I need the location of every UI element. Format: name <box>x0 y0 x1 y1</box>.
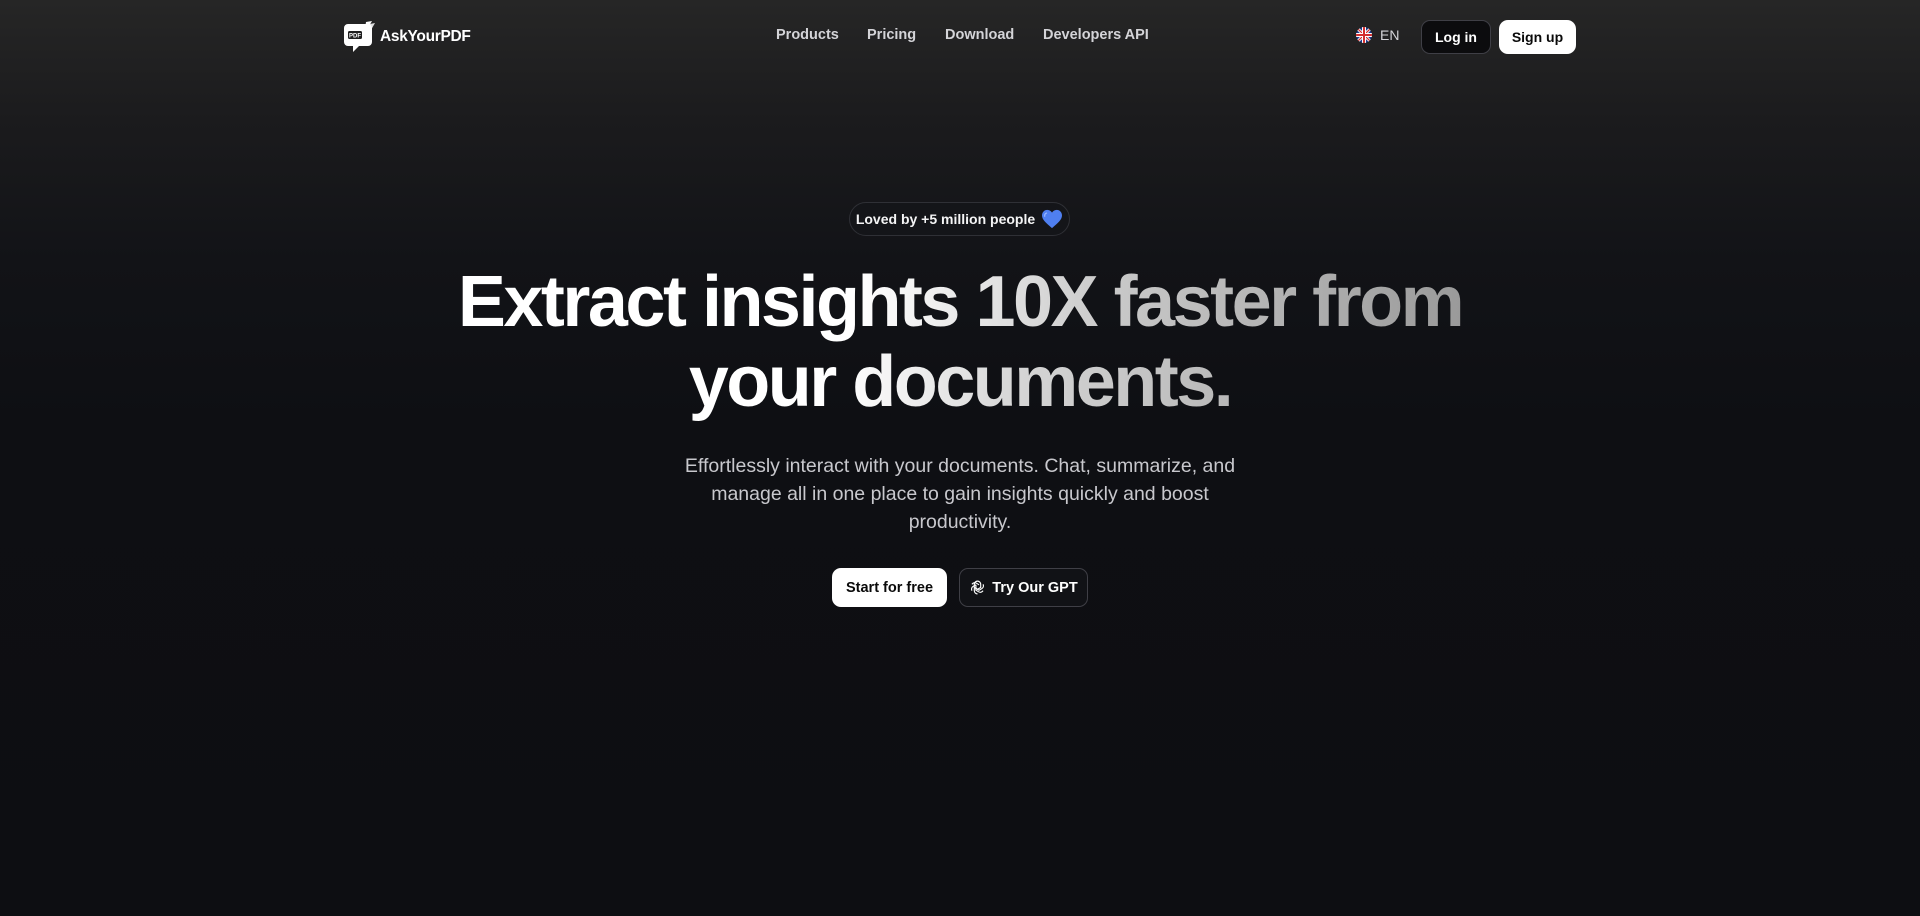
hero-subtitle: Effortlessly interact with your document… <box>684 455 1236 533</box>
site-header: PDF AskYourPDF Products Pricing Download… <box>0 0 1920 74</box>
signup-button[interactable]: Sign up <box>1499 20 1576 54</box>
try-gpt-label: Try Our GPT <box>992 579 1078 596</box>
social-proof-badge: Loved by +5 million people <box>849 202 1070 236</box>
language-selector[interactable]: EN <box>1356 27 1399 43</box>
openai-icon <box>971 580 985 595</box>
nav-item-developers-api[interactable]: Developers API <box>1043 27 1149 43</box>
start-for-free-button[interactable]: Start for free <box>832 568 947 607</box>
svg-text:PDF: PDF <box>349 33 361 39</box>
login-button[interactable]: Log in <box>1421 20 1491 54</box>
pdf-logo-icon: PDF <box>344 21 375 52</box>
hero-headline: Extract insights 10X faster from your do… <box>0 262 1920 422</box>
nav-item-pricing[interactable]: Pricing <box>867 27 916 43</box>
headline-line-2: your documents. <box>688 342 1234 422</box>
headline-line-1: Extract insights 10X faster from <box>457 262 1465 342</box>
brand-logo[interactable]: PDF AskYourPDF <box>344 20 471 54</box>
badge-text: Loved by +5 million people <box>855 211 1036 227</box>
brand-name: AskYourPDF <box>380 28 471 45</box>
try-gpt-button[interactable]: Try Our GPT <box>959 568 1088 607</box>
blue-heart-icon <box>1042 209 1063 229</box>
uk-flag-icon <box>1356 27 1372 43</box>
nav-item-download[interactable]: Download <box>945 27 1014 43</box>
nav-item-products[interactable]: Products <box>776 27 839 43</box>
language-label: EN <box>1380 27 1400 43</box>
